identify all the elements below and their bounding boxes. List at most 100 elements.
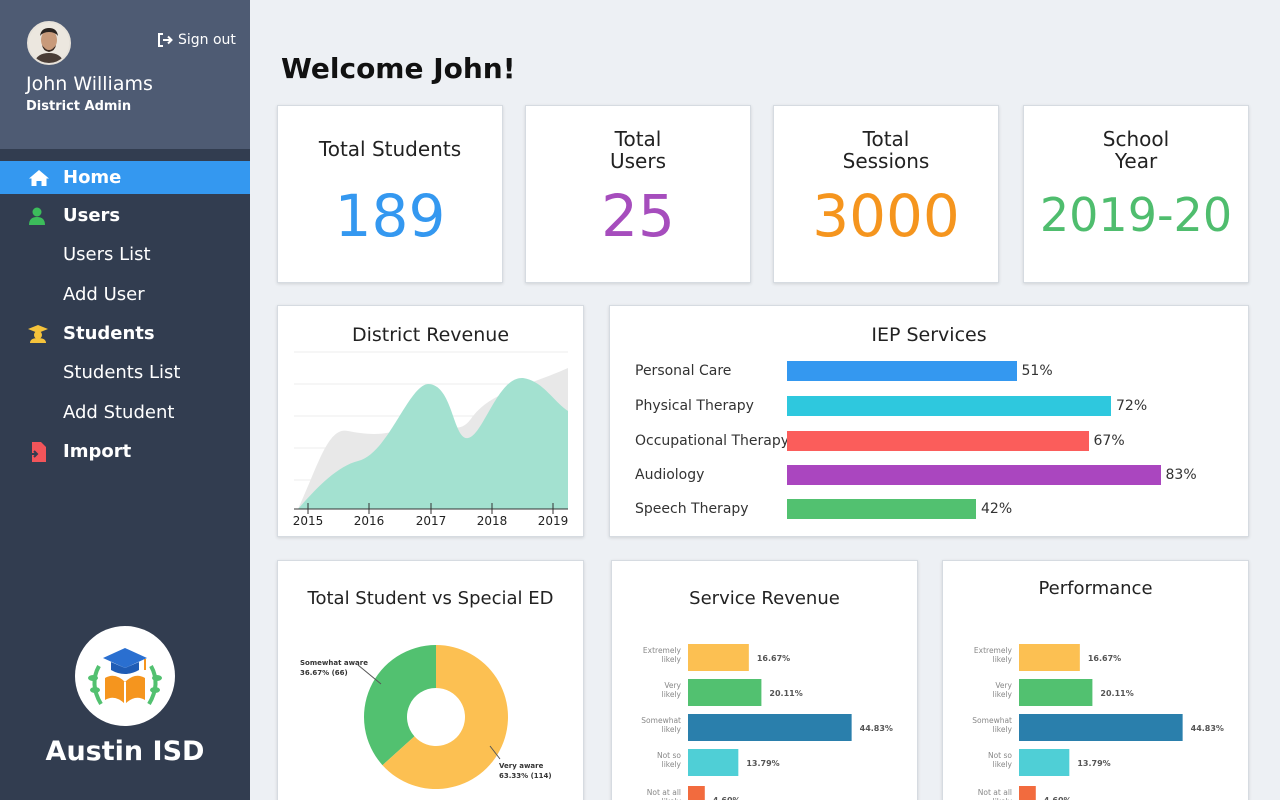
sidebar-item-users-list[interactable]: Users List — [0, 237, 250, 272]
stat-card-total-users: Total Users 25 — [525, 105, 751, 283]
bar-value-label: 4.60% — [1044, 796, 1072, 800]
iep-row: Personal Care 51% — [610, 361, 1248, 383]
bar-value-label: 16.67% — [757, 654, 790, 663]
signout-button[interactable]: Sign out — [157, 32, 236, 48]
signout-icon — [158, 33, 173, 47]
sidebar-item-add-user[interactable]: Add User — [0, 277, 250, 312]
iep-row: Speech Therapy 42% — [610, 499, 1248, 521]
sidebar-item-add-student[interactable]: Add Student — [0, 395, 250, 430]
stat-value: 2019-20 — [1039, 188, 1233, 242]
iep-row: Occupational Therapy 67% — [610, 431, 1248, 453]
bar — [1019, 786, 1036, 800]
iep-bar — [787, 396, 1111, 416]
iep-bar-value: 51% — [1021, 363, 1053, 379]
sidebar: Sign out John Williams District Admin Ho… — [0, 0, 250, 800]
donut-label: 63.33% (114) — [499, 772, 552, 780]
bar — [1019, 749, 1070, 776]
sidebar-item-label: Students — [63, 323, 155, 344]
category-label: likely — [662, 655, 682, 664]
bar — [688, 679, 762, 706]
bar-value-label: 16.67% — [1088, 654, 1121, 663]
category-label: likely — [993, 655, 1013, 664]
iep-bar-value: 72% — [1116, 398, 1148, 414]
performance-chart: Extremelylikely 16.67%Verylikely 20.11%Som… — [972, 644, 1224, 800]
iep-bar-value: 42% — [981, 501, 1013, 517]
iep-bar — [787, 499, 976, 519]
iep-row-label: Physical Therapy — [635, 398, 754, 414]
stat-card-total-sessions: Total Sessions 3000 — [773, 105, 999, 283]
sidebar-item-label: Students List — [63, 362, 181, 383]
sidebar-item-import[interactable]: Import — [0, 435, 250, 468]
stat-label: Users — [609, 149, 666, 173]
iep-bar — [787, 431, 1089, 451]
iep-bar — [787, 465, 1161, 485]
iep-row: Physical Therapy 72% — [610, 396, 1248, 418]
bar — [688, 749, 739, 776]
graduate-icon — [0, 324, 63, 343]
category-label: likely — [993, 725, 1013, 734]
sidebar-item-students[interactable]: Students — [0, 317, 250, 350]
stat-value: 189 — [334, 182, 446, 250]
iep-row-label: Personal Care — [635, 363, 732, 379]
sidebar-item-label: Import — [63, 441, 132, 462]
iep-bar — [787, 361, 1017, 381]
donut-leader-line — [357, 664, 382, 685]
stat-label: Sessions — [842, 149, 930, 173]
x-tick-label: 2017 — [416, 514, 447, 528]
iep-row-label: Speech Therapy — [635, 501, 749, 517]
sidebar-item-label: Users List — [63, 244, 151, 265]
bar-value-label: 4.60% — [713, 796, 741, 800]
category-label: Somewhat — [641, 716, 681, 725]
bar — [1019, 714, 1183, 741]
student-vs-special-ed-card: Total Student vs Special ED Somewhat awa… — [277, 560, 584, 800]
donut-label: 36.67% (66) — [300, 669, 348, 677]
bar-value-label: 44.83% — [1191, 724, 1224, 733]
stat-label: Total — [614, 127, 662, 151]
category-label: Not so — [657, 751, 681, 760]
stat-label: Total Students — [318, 137, 462, 161]
page-title: Welcome John! — [281, 52, 516, 85]
bar-value-label: 20.11% — [769, 689, 802, 698]
stat-label: School — [1102, 127, 1170, 151]
district-name: Austin ISD — [45, 736, 205, 767]
service-revenue-card: Service Revenue Extremely likely 16.67% Ver… — [611, 560, 918, 800]
profile-role: District Admin — [26, 99, 132, 114]
stat-value: 3000 — [812, 182, 960, 250]
service-revenue-chart: Extremelylikely 16.67%Verylikely 20.11%Som… — [641, 644, 893, 800]
stat-card-total-students: Total Students 189 — [277, 105, 503, 283]
category-label: likely — [662, 690, 682, 699]
x-tick-label: 2016 — [354, 514, 385, 528]
iep-bar-value: 67% — [1093, 433, 1125, 449]
iep-row: Audiology 83% — [610, 465, 1248, 487]
x-tick-label: 2019 — [538, 514, 569, 528]
district-revenue-chart: 2015 2016 2017 2018 2019 — [293, 351, 569, 528]
sidebar-item-users[interactable]: Users — [0, 199, 250, 232]
bar — [688, 644, 749, 671]
category-label: likely — [662, 760, 682, 769]
donut-label: Very aware — [499, 762, 544, 770]
category-label: Not so — [988, 751, 1012, 760]
category-label: Not at all — [978, 788, 1012, 797]
donut-chart: Somewhat aware 36.67% (66) Very aware 63.33… — [300, 645, 552, 789]
sidebar-item-label: Add Student — [63, 402, 175, 423]
bar — [1019, 644, 1080, 671]
category-label: Very — [664, 681, 681, 690]
signout-label: Sign out — [178, 32, 236, 48]
bar-value-label: 13.79% — [1077, 759, 1110, 768]
sidebar-item-home[interactable]: Home — [0, 161, 250, 194]
avatar[interactable] — [27, 21, 71, 65]
stat-value: 25 — [601, 182, 675, 250]
profile-name: John Williams — [26, 73, 153, 95]
sidebar-item-label: Home — [63, 167, 122, 188]
category-label: Extremely — [974, 646, 1013, 655]
bar-value-label: 13.79% — [746, 759, 779, 768]
sidebar-item-students-list[interactable]: Students List — [0, 355, 250, 390]
category-label: Not at all — [647, 788, 681, 797]
user-icon — [0, 207, 63, 225]
x-tick-label: 2018 — [477, 514, 508, 528]
home-icon — [0, 169, 63, 187]
category-label: likely — [993, 690, 1013, 699]
bar-value-label: 20.11% — [1100, 689, 1133, 698]
donut-label: Somewhat aware — [300, 659, 368, 667]
x-tick-label: 2015 — [293, 514, 324, 528]
